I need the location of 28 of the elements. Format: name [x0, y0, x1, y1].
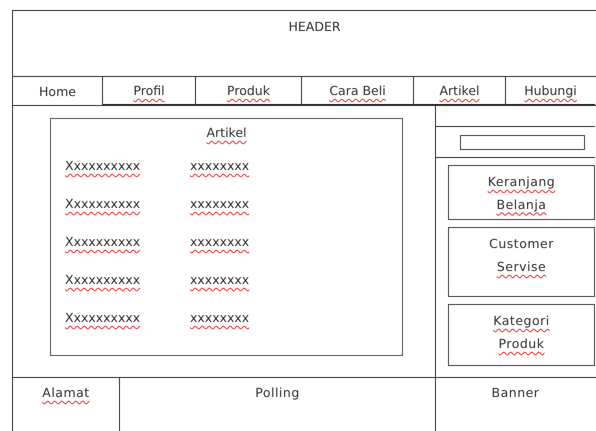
footer-label: Alamat	[42, 385, 90, 402]
panel-label: Produk	[498, 336, 544, 353]
panel-label: Customer	[489, 236, 554, 253]
article-text: xxxxxxxx	[190, 158, 250, 175]
panel-label: Keranjang	[488, 174, 556, 191]
footer-label: Polling	[255, 385, 300, 402]
article-text: Xxxxxxxxxx	[65, 272, 142, 289]
footer-label: Banner	[492, 385, 540, 402]
article-text: Xxxxxxxxxx	[65, 158, 142, 175]
nav-link[interactable]: Produk	[196, 77, 302, 105]
article-text: xxxxxxxx	[190, 310, 250, 327]
article-text: xxxxxxxx	[190, 272, 250, 289]
article-text: Xxxxxxxxxx	[65, 310, 142, 327]
article-text: Xxxxxxxxxx	[65, 196, 142, 213]
panel-label: Belanja	[496, 196, 546, 214]
article-text: xxxxxxxx	[190, 234, 250, 251]
article-text: xxxxxxxx	[190, 196, 250, 213]
panel-label: Kategori	[493, 313, 550, 330]
nav-link[interactable]: Hubungi	[506, 77, 595, 105]
panel-label: Servise	[496, 259, 546, 276]
nav-link[interactable]: Profil	[103, 77, 196, 105]
article-title: Artikel	[206, 125, 247, 142]
nav-link[interactable]: Artikel	[414, 77, 506, 105]
header-label: HEADER	[288, 19, 341, 36]
nav-link[interactable]: Home	[13, 77, 103, 105]
article-text: Xxxxxxxxxx	[65, 234, 142, 251]
nav-link[interactable]: Cara Beli	[302, 77, 414, 105]
search-field[interactable]	[460, 135, 585, 150]
